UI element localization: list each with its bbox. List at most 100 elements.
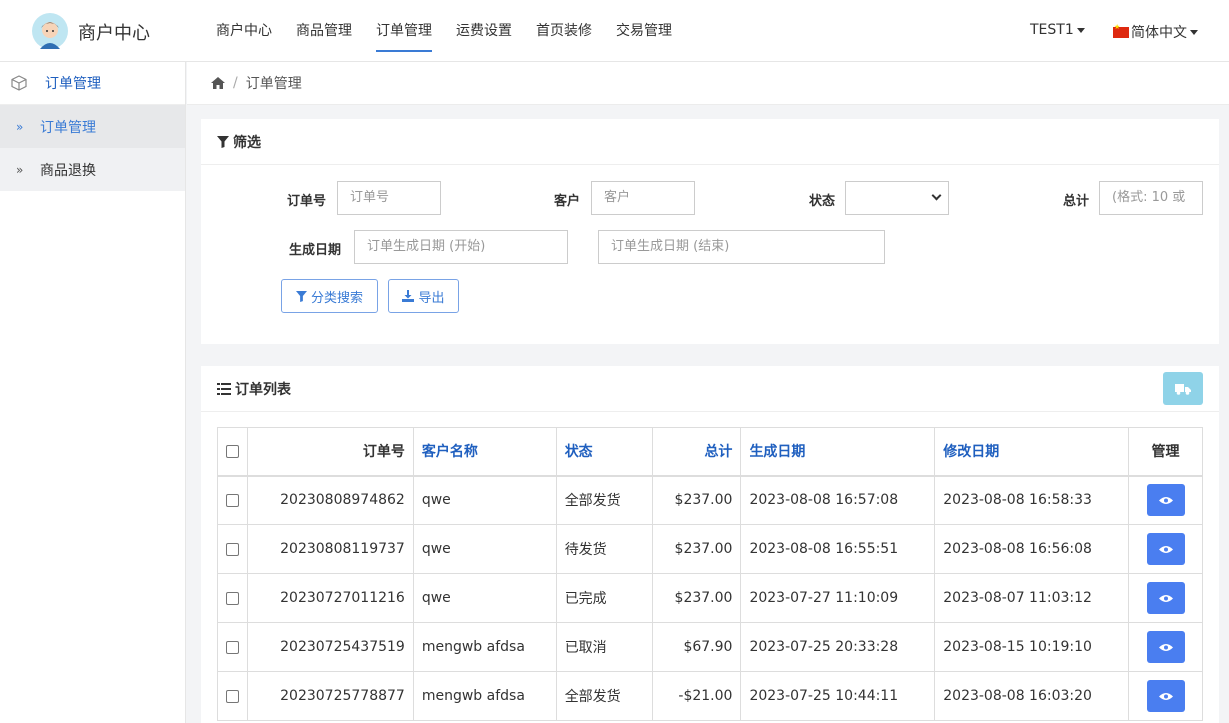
col-customer[interactable]: 客户名称 [412, 427, 557, 477]
cell-total: $237.00 [651, 475, 742, 525]
cell-status: 已完成 [555, 573, 653, 623]
cell-created: 2023-08-08 16:57:08 [740, 475, 936, 525]
nav-product-management[interactable]: 商品管理 [296, 0, 352, 62]
nav-homepage-decoration[interactable]: 首页装修 [536, 0, 592, 62]
row-checkbox[interactable] [226, 493, 239, 507]
view-button[interactable] [1146, 680, 1185, 712]
main-nav: 商户中心 商品管理 订单管理 运费设置 首页装修 交易管理 [216, 0, 696, 62]
cell-status: 待发货 [555, 524, 653, 574]
category-search-button[interactable]: 分类搜索 [281, 279, 378, 313]
cell-order-no: 20230727011216 [247, 573, 414, 623]
col-order-no[interactable]: 订单号 [247, 427, 414, 477]
row-checkbox[interactable] [226, 640, 239, 654]
language-dropdown[interactable]: 简体中文 [1113, 22, 1198, 42]
view-button[interactable] [1146, 533, 1185, 565]
cell-status: 已取消 [555, 622, 653, 672]
row-select-cell [217, 475, 248, 525]
cell-total: $237.00 [651, 573, 742, 623]
cell-modified: 2023-08-15 10:19:10 [934, 622, 1130, 672]
sidebar-item-returns[interactable]: » 商品退换 [0, 148, 185, 191]
avatar[interactable] [32, 13, 68, 49]
eye-icon [1158, 496, 1173, 504]
eye-icon [1158, 594, 1173, 602]
truck-icon [1175, 383, 1191, 395]
nav-merchant-center[interactable]: 商户中心 [216, 0, 272, 62]
cell-order-no: 20230808974862 [247, 475, 414, 525]
select-all-cell [217, 427, 248, 477]
status-label: 状态 [809, 194, 836, 209]
total-input[interactable]: (格式: 10 或 [1099, 181, 1203, 215]
table-row: 20230808119737 qwe 待发货 $237.00 2023-08-0… [217, 524, 1203, 574]
order-no-input[interactable]: 订单号 [337, 181, 441, 215]
nav-order-management[interactable]: 订单管理 [376, 0, 432, 62]
sidebar: 订单管理 » 订单管理 » 商品退换 [0, 62, 186, 723]
select-all-checkbox[interactable] [226, 444, 239, 458]
cell-actions [1128, 475, 1203, 525]
col-total[interactable]: 总计 [651, 427, 742, 477]
breadcrumb: / 订单管理 [187, 62, 1229, 105]
order-list-title: 订单列表 [235, 381, 291, 398]
cube-icon [11, 75, 27, 91]
order-no-label: 订单号 [287, 194, 327, 209]
sidebar-title: 订单管理 [45, 76, 101, 92]
cell-customer: qwe [412, 524, 557, 574]
caret-down-icon [1190, 29, 1198, 35]
cell-customer: qwe [412, 573, 557, 623]
view-button[interactable] [1146, 484, 1185, 517]
breadcrumb-separator: / [233, 75, 238, 91]
col-status[interactable]: 状态 [555, 427, 653, 477]
category-search-label: 分类搜索 [310, 290, 363, 306]
filter-icon [217, 135, 229, 148]
caret-down-icon [1076, 27, 1085, 33]
sidebar-header: 订单管理 [0, 62, 185, 105]
view-button[interactable] [1146, 631, 1185, 663]
sidebar-item-label: 商品退换 [40, 162, 96, 179]
table-row: 20230725778877 mengwb afdsa 全部发货 -$21.00… [217, 671, 1203, 721]
double-chevron-right-icon: » [16, 162, 24, 177]
cell-modified: 2023-08-08 16:56:08 [934, 524, 1130, 574]
download-icon [402, 290, 415, 302]
view-button[interactable] [1146, 582, 1185, 614]
sidebar-item-orders[interactable]: » 订单管理 [0, 105, 185, 148]
row-checkbox[interactable] [226, 689, 239, 703]
total-label: 总计 [1063, 194, 1090, 209]
date-start-input[interactable]: 订单生成日期 (开始) [354, 230, 568, 264]
cell-created: 2023-07-27 11:10:09 [740, 573, 936, 623]
cell-order-no: 20230725437519 [247, 622, 414, 672]
china-flag-icon [1113, 23, 1129, 38]
cell-total: -$21.00 [651, 671, 742, 721]
double-chevron-right-icon: » [16, 119, 24, 134]
col-actions: 管理 [1128, 427, 1203, 477]
brand-title: 商户中心 [78, 23, 150, 44]
row-checkbox[interactable] [226, 542, 239, 556]
row-select-cell [217, 671, 248, 721]
cell-customer: qwe [412, 475, 557, 525]
customer-input[interactable]: 客户 [591, 181, 695, 215]
nav-transaction-management[interactable]: 交易管理 [616, 0, 672, 62]
customer-label: 客户 [554, 194, 581, 209]
filter-panel-header: 筛选 [201, 119, 1219, 165]
filter-panel-title: 筛选 [233, 134, 261, 151]
user-dropdown[interactable]: TEST1 [1030, 22, 1085, 38]
eye-icon [1158, 692, 1173, 700]
cell-status: 全部发货 [555, 671, 653, 721]
home-icon[interactable] [211, 77, 225, 89]
date-label: 生成日期 [289, 243, 342, 258]
cell-actions [1128, 524, 1203, 574]
username: TEST1 [1030, 22, 1074, 38]
status-select[interactable] [845, 181, 949, 215]
order-list-panel: 订单列表 订单号 客户名称 状态 总计 生成日期 修改日期 管理 2023080… [201, 366, 1219, 723]
cell-modified: 2023-08-07 11:03:12 [934, 573, 1130, 623]
row-select-cell [217, 573, 248, 623]
language-label: 简体中文 [1131, 25, 1187, 41]
date-end-input[interactable]: 订单生成日期 (结束) [598, 230, 885, 264]
row-checkbox[interactable] [226, 591, 239, 605]
export-button[interactable]: 导出 [388, 279, 459, 313]
col-created-date[interactable]: 生成日期 [740, 427, 936, 477]
export-label: 导出 [418, 290, 445, 306]
col-modified-date[interactable]: 修改日期 [934, 427, 1130, 477]
eye-icon [1158, 643, 1173, 651]
orders-table: 订单号 客户名称 状态 总计 生成日期 修改日期 管理 202308089748… [217, 427, 1203, 721]
ship-button[interactable] [1163, 372, 1203, 405]
nav-shipping-settings[interactable]: 运费设置 [456, 0, 512, 62]
